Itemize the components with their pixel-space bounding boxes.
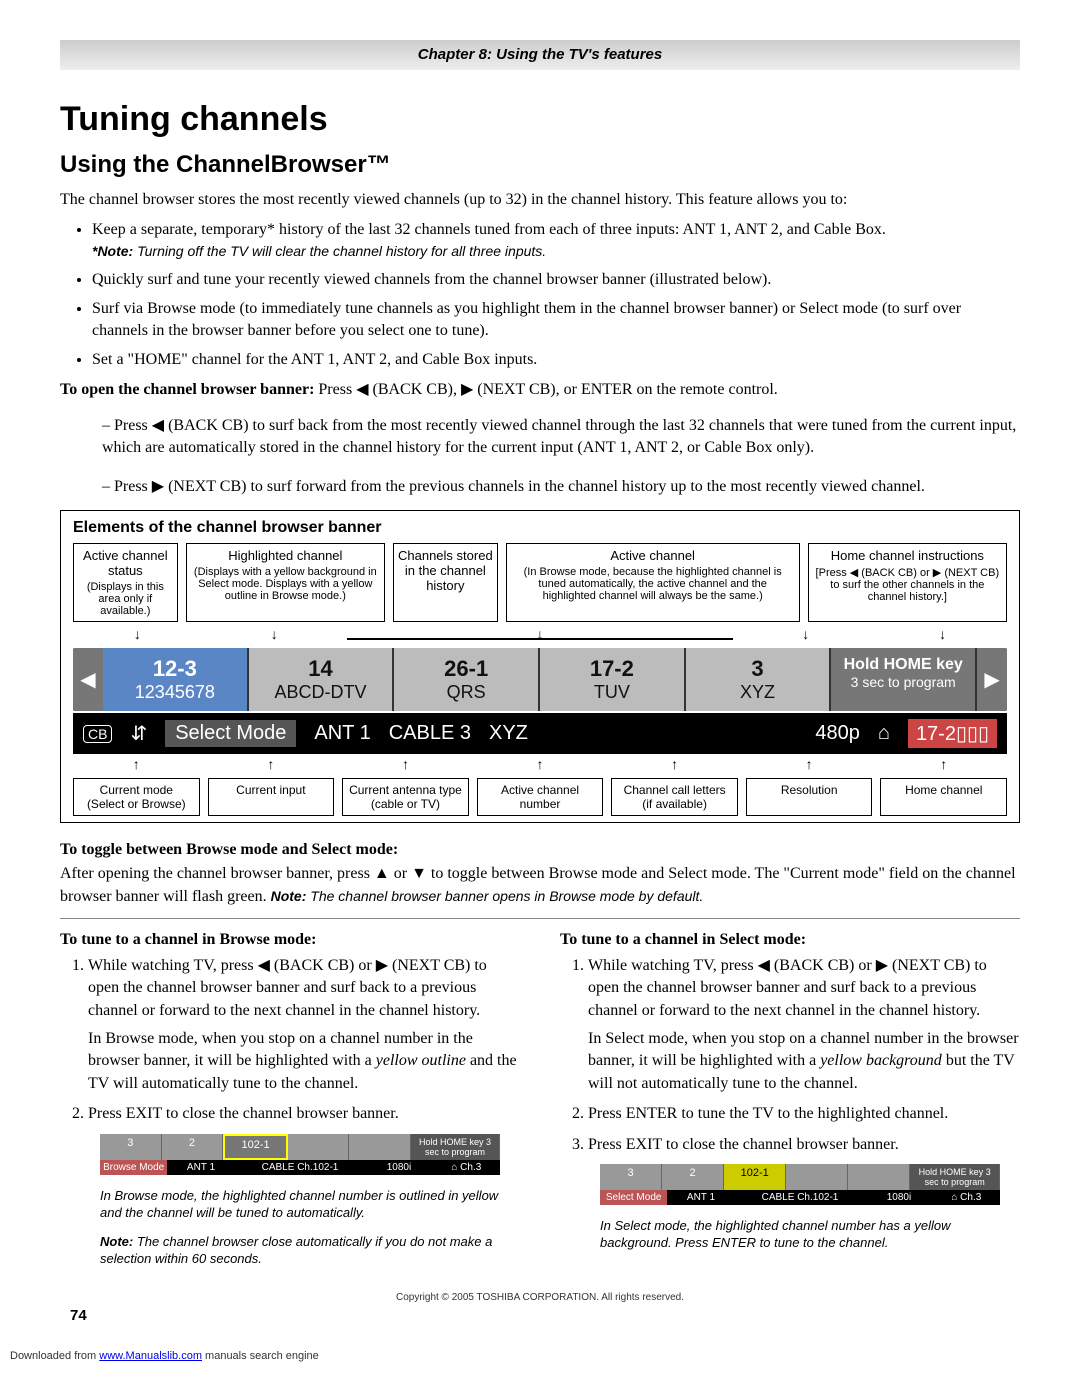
browse-mode-col: To tune to a channel in Browse mode: Whi…: [60, 931, 520, 1274]
bullet-item: Set a "HOME" channel for the ANT 1, ANT …: [92, 349, 1020, 371]
page-heading: Tuning channels: [60, 100, 1020, 139]
bullet-item: Quickly surf and tune your recently view…: [92, 269, 1020, 291]
list-item: Press EXIT to close the channel browser …: [588, 1134, 1020, 1156]
list-item: Press EXIT to close the channel browser …: [88, 1103, 520, 1125]
caption: In Select mode, the highlighted channel …: [600, 1218, 1020, 1252]
copyright: Copyright © 2005 TOSHIBA CORPORATION. Al…: [60, 1292, 1020, 1303]
status-bar: CB ⇵ Select Mode ANT 1 CABLE 3 XYZ 480p …: [73, 713, 1007, 754]
dash-instruction: – Press ◀ (BACK CB) to surf back from th…: [102, 415, 1020, 460]
list-item: While watching TV, press ◀ (BACK CB) or …: [88, 955, 520, 1095]
select-mode-col: To tune to a channel in Select mode: Whi…: [560, 931, 1020, 1274]
list-item: While watching TV, press ◀ (BACK CB) or …: [588, 955, 1020, 1095]
mini-banner-browse: 32102-1Hold HOME key 3 sec to program Br…: [100, 1134, 500, 1175]
list-item: Press ENTER to tune the TV to the highli…: [588, 1103, 1020, 1125]
diagram-title: Elements of the channel browser banner: [73, 519, 1007, 537]
cb-icon: CB: [83, 725, 112, 743]
banner-slot[interactable]: 14ABCD-DTV: [249, 648, 395, 711]
channel-banner: ◀ 12-312345678 14ABCD-DTV 26-1QRS 17-2TU…: [73, 648, 1007, 711]
mini-banner-select: 32102-1Hold HOME key 3 sec to program Se…: [600, 1164, 1000, 1205]
toggle-heading: To toggle between Browse mode and Select…: [60, 841, 1020, 859]
feature-bullets: Keep a separate, temporary* history of t…: [92, 219, 1020, 371]
open-banner-instruction: To open the channel browser banner: Pres…: [60, 379, 1020, 399]
home-channel-label: 17-2▯▯▯: [908, 719, 997, 748]
bullet-item: Keep a separate, temporary* history of t…: [92, 219, 1020, 264]
banner-slot[interactable]: 26-1QRS: [394, 648, 540, 711]
section-heading: Using the ChannelBrowser™: [60, 151, 1020, 179]
bullet-item: Surf via Browse mode (to immediately tun…: [92, 298, 1020, 343]
top-label-row: Active channel status(Displays in this a…: [73, 543, 1007, 622]
arrow-right-icon[interactable]: ▶: [977, 648, 1007, 711]
arrow-left-icon[interactable]: ◀: [73, 648, 103, 711]
banner-slot[interactable]: 3XYZ: [686, 648, 832, 711]
intro-text: The channel browser stores the most rece…: [60, 189, 1020, 211]
sort-icon: ⇵: [130, 721, 147, 746]
home-icon: ⌂: [878, 722, 890, 745]
page-number: 74: [70, 1307, 1020, 1324]
banner-slot-home: Hold HOME key3 sec to program: [831, 648, 977, 711]
banner-slot[interactable]: 12-312345678: [103, 648, 249, 711]
bottom-label-row: Current mode(Select or Browse) Current i…: [73, 778, 1007, 816]
toggle-text: After opening the channel browser banner…: [60, 863, 1020, 908]
banner-slot[interactable]: 17-2TUV: [540, 648, 686, 711]
antenna-label: CABLE 3: [389, 722, 471, 745]
download-footer: Downloaded from www.Manualslib.com manua…: [0, 1344, 1080, 1368]
manualslib-link[interactable]: www.Manualslib.com: [99, 1350, 202, 1362]
channel-label: XYZ: [489, 722, 797, 745]
mode-label: Select Mode: [165, 720, 296, 747]
caption: In Browse mode, the highlighted channel …: [100, 1188, 520, 1222]
resolution-label: 480p: [815, 722, 860, 745]
dash-instruction: – Press ▶ (NEXT CB) to surf forward from…: [102, 476, 1020, 498]
input-label: ANT 1: [314, 722, 370, 745]
chapter-bar: Chapter 8: Using the TV's features: [60, 40, 1020, 70]
caption-note: Note: The channel browser close automati…: [100, 1234, 520, 1268]
col2-heading: To tune to a channel in Select mode:: [560, 931, 1020, 949]
col1-heading: To tune to a channel in Browse mode:: [60, 931, 520, 949]
diagram-box: Elements of the channel browser banner A…: [60, 510, 1020, 823]
